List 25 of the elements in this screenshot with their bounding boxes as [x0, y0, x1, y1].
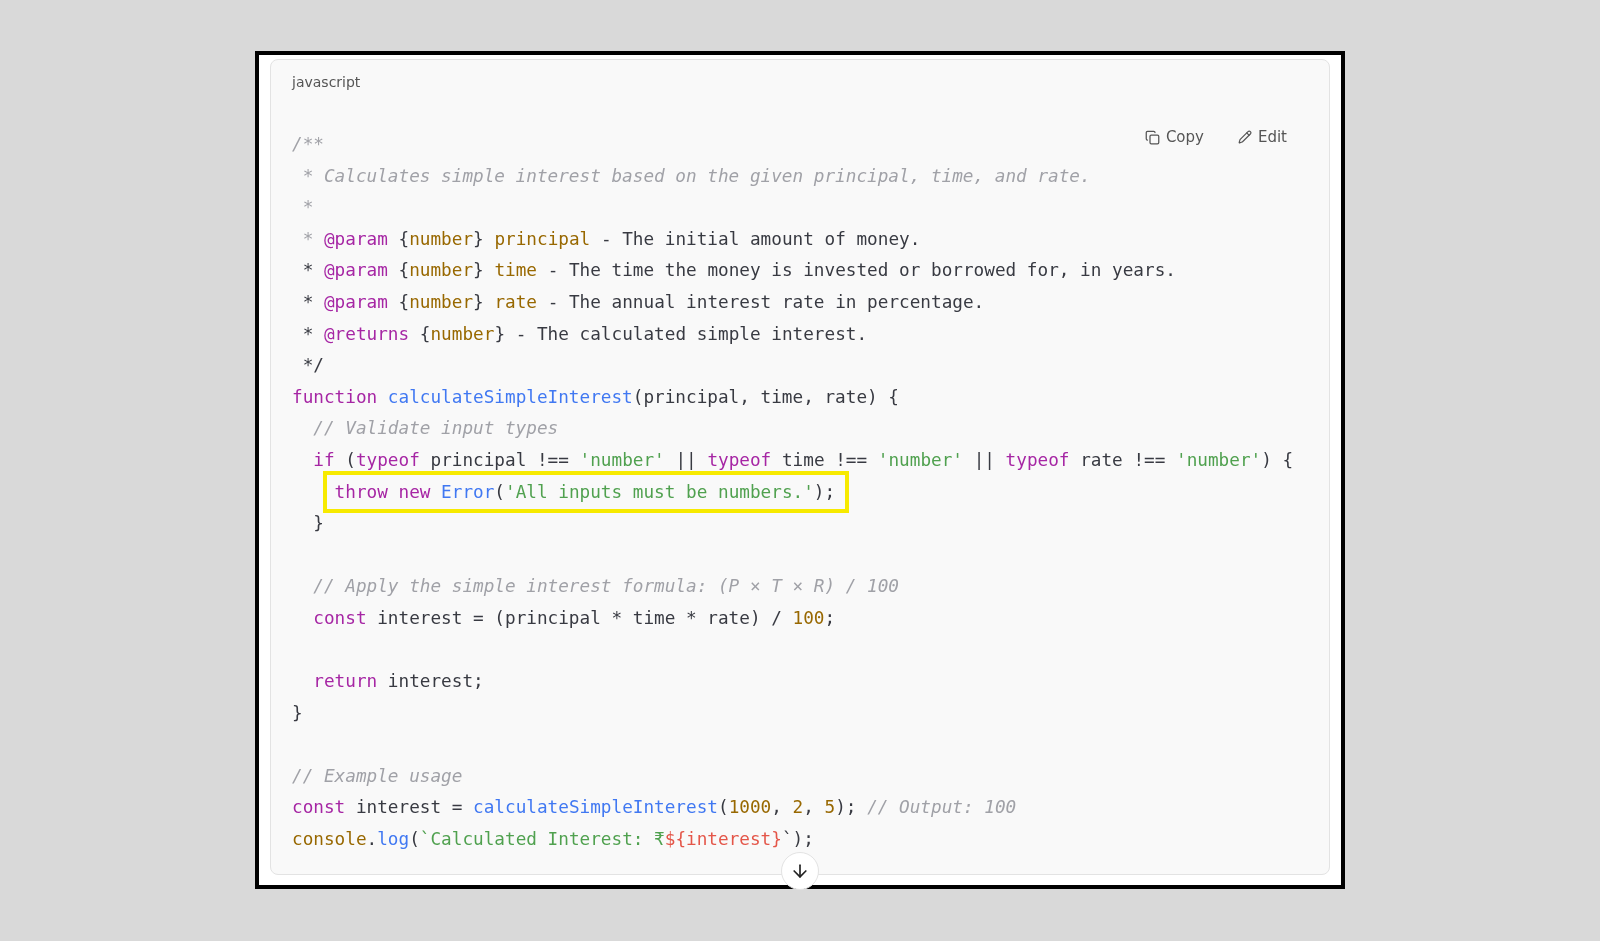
code-line: function calculateSimpleInterest(principal, time, rate) {	[292, 385, 899, 409]
code-line: }	[312, 512, 324, 536]
code-line: }	[292, 701, 303, 725]
code-line: const interest = calculateSimpleInterest(1000, 2, 5); // Output: 100	[292, 796, 1017, 820]
scroll-down-button[interactable]	[781, 852, 819, 890]
code-line: *	[301, 196, 314, 220]
code-line: * Calculates simple interest based on the given principal, time, and rate.	[301, 164, 1091, 188]
copy-button[interactable]: Copy	[1140, 126, 1208, 148]
edit-button[interactable]: Edit	[1233, 126, 1291, 148]
copy-icon	[1144, 129, 1160, 145]
code-line: if (typeof principal !== 'number' || typeof time !== 'number' || typeof rate !== 'number') {	[312, 448, 1294, 472]
code-line: // Validate input types	[312, 417, 559, 441]
code-line: // Example usage	[292, 764, 463, 788]
code-line: const interest = (principal * time * rate) / 100;	[312, 606, 836, 630]
language-label: javascript	[292, 74, 361, 90]
code-line: * @param {number} time - The time the money is invested or borrowed for, in years.	[301, 259, 1176, 283]
code-line: * @param {number} principal - The initial amount of money.	[301, 227, 921, 251]
code-line: console.log(`Calculated Interest: ₹${interest}`);	[292, 828, 814, 852]
code-line: return interest;	[312, 670, 484, 694]
code-line: * @returns {number} - The calculated simple interest.	[301, 322, 868, 346]
code-line: /**	[292, 133, 324, 156]
code-line: // Apply the simple interest formula: (P × T × R) / 100	[312, 575, 899, 599]
code-line: * @param {number} rate - The annual interest rate in percentage.	[301, 290, 985, 314]
code-line: */	[301, 354, 324, 378]
pencil-icon	[1237, 130, 1252, 144]
